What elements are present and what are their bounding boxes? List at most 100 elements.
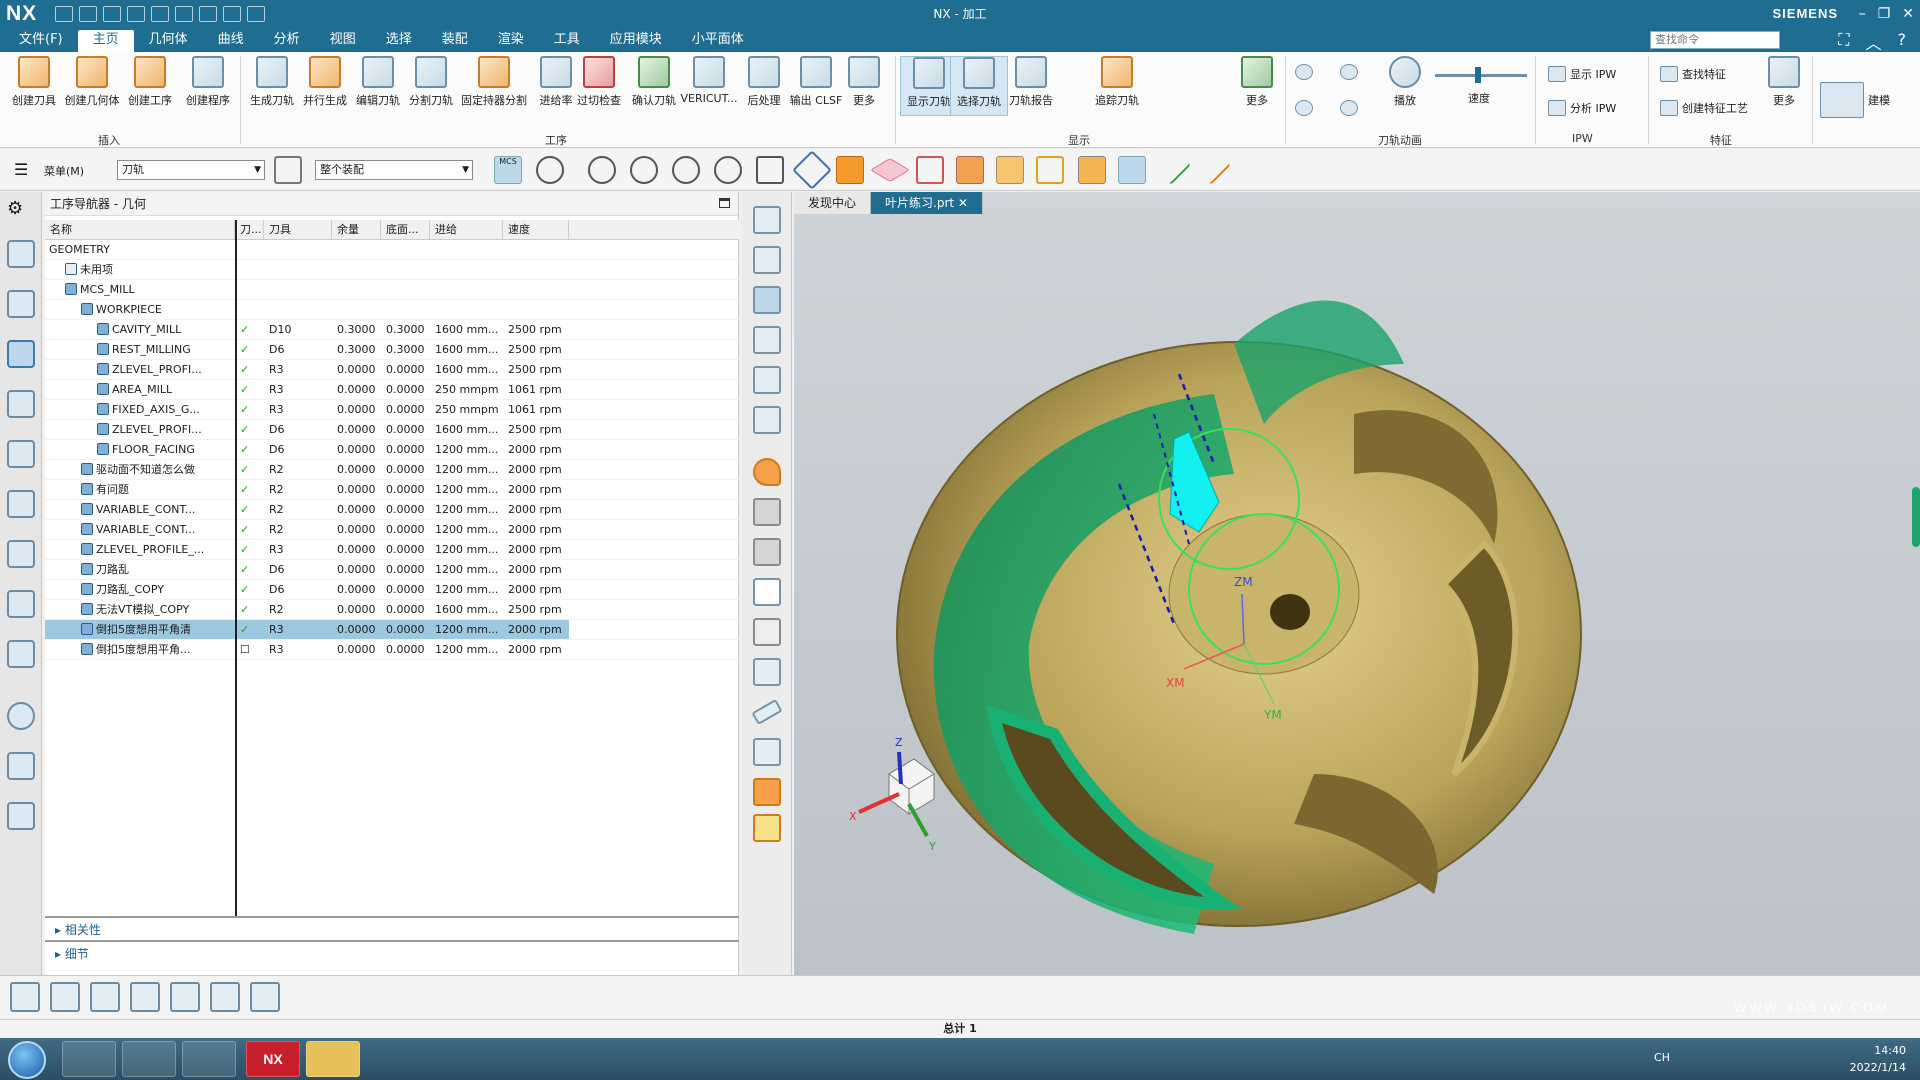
show-only-icon[interactable]	[672, 156, 700, 184]
menu-assembly[interactable]: 装配	[427, 30, 483, 52]
edit-toolpath-button[interactable]: 编辑刀轨	[349, 56, 407, 108]
program-order-view-icon[interactable]	[753, 206, 781, 234]
menu-facet-body[interactable]: 小平面体	[677, 30, 759, 52]
table-row[interactable]: WORKPIECE	[45, 300, 739, 320]
menu-button[interactable]: 菜单(M)	[44, 163, 84, 179]
hd3d-tools-icon[interactable]	[7, 590, 35, 618]
shaded-no-edges-icon[interactable]	[753, 538, 781, 566]
minimize-button[interactable]: –	[1859, 6, 1866, 22]
menu-home[interactable]: 主页	[77, 30, 134, 52]
table-row[interactable]: ZLEVEL_PROFILE_... ✓ R3 0.0000 0.0000 1200 mm…	[45, 540, 739, 560]
menu-tools[interactable]: 工具	[539, 30, 595, 52]
create-program-button[interactable]: 创建程序	[179, 56, 237, 108]
menu-view[interactable]: 视图	[315, 30, 371, 52]
hide-icon[interactable]	[536, 156, 564, 184]
table-row[interactable]: FLOOR_FACING ✓ D6 0.0000 0.0000 1200 mm... 200…	[45, 440, 739, 460]
table-row[interactable]: VARIABLE_CONT... ✓ R2 0.0000 0.0000 1200 mm..…	[45, 500, 739, 520]
paste-icon[interactable]	[151, 5, 170, 22]
history-icon[interactable]	[7, 702, 35, 730]
table-row[interactable]: ZLEVEL_PROFI... ✓ R3 0.0000 0.0000 1600 mm...…	[45, 360, 739, 380]
microphone-icon[interactable]	[199, 5, 218, 22]
close-button[interactable]: ✕	[1902, 6, 1914, 22]
measure-distance-icon[interactable]	[753, 738, 781, 766]
reuse-library-icon[interactable]	[7, 490, 35, 518]
start-button[interactable]	[8, 1041, 46, 1079]
holder-split-button[interactable]: 固定持器分割	[458, 56, 530, 108]
measure-icon[interactable]	[751, 698, 783, 726]
geometry-view-icon[interactable]	[753, 286, 781, 314]
csys-orient-icon[interactable]	[170, 982, 200, 1012]
dependencies-panel[interactable]: ▸ 相关性	[45, 916, 739, 940]
toolpath-display-icon[interactable]	[1118, 156, 1146, 184]
parallel-generate-button[interactable]: 并行生成	[296, 56, 354, 108]
menu-geometry[interactable]: 几何体	[134, 30, 203, 52]
file-explorer-icon[interactable]	[306, 1041, 360, 1077]
table-row[interactable]: 未用项	[45, 260, 739, 280]
generate-toolpath-button[interactable]: 生成刀轨	[243, 56, 301, 108]
machining-feature-navigator-icon[interactable]	[7, 440, 35, 468]
assembly-navigator-icon[interactable]	[7, 240, 35, 268]
input-language[interactable]: CH	[1654, 1051, 1670, 1064]
static-wireframe-icon[interactable]	[753, 618, 781, 646]
restore-button[interactable]: ❐	[1878, 6, 1891, 22]
column-feed[interactable]: 进给	[430, 220, 503, 239]
menu-curve[interactable]: 曲线	[203, 30, 259, 52]
speed-slider-handle[interactable]	[1475, 67, 1481, 83]
modeling-button[interactable]: 建模	[1820, 82, 1890, 118]
create-operation-button[interactable]: 创建工序	[121, 56, 179, 108]
eye-icon[interactable]	[630, 156, 658, 184]
column-speed[interactable]: 速度	[503, 220, 569, 239]
touch-mode-icon[interactable]	[223, 5, 242, 22]
tab-part-file[interactable]: 叶片练习.prt ✕	[871, 192, 983, 214]
table-row[interactable]: CAVITY_MILL ✓ D10 0.3000 0.3000 1600 mm... 250…	[45, 320, 739, 340]
column-tool[interactable]: 刀具	[264, 220, 332, 239]
nx-taskbar-app[interactable]: NX	[246, 1041, 300, 1077]
display-settings-icon[interactable]	[182, 1041, 236, 1077]
type-filter-dropdown[interactable]: 刀轨 ▼	[117, 160, 265, 180]
table-row[interactable]: 有问题 ✓ R2 0.0000 0.0000 1200 mm... 2000 rpm	[45, 480, 739, 500]
table-row[interactable]: VARIABLE_CONT... ✓ R2 0.0000 0.0000 1200 mm..…	[45, 520, 739, 540]
window-switch-icon[interactable]	[247, 5, 266, 22]
analysis-display-icon[interactable]	[753, 658, 781, 686]
constraint-navigator-icon[interactable]	[7, 540, 35, 568]
table-row[interactable]: AREA_MILL ✓ R3 0.0000 0.0000 250 mmpm 1061 rpm	[45, 380, 739, 400]
table-row[interactable]: 无法VT模拟_COPY ✓ R2 0.0000 0.0000 1600 mm... 2500…	[45, 600, 739, 620]
table-row[interactable]: ZLEVEL_PROFI... ✓ D6 0.0000 0.0000 1600 mm...…	[45, 420, 739, 440]
save-icon[interactable]	[55, 5, 74, 22]
fullscreen-icon[interactable]: ⛶	[1838, 30, 1849, 54]
table-row[interactable]: GEOMETRY	[45, 240, 739, 260]
select-toolpath-button[interactable]: 选择刀轨	[950, 56, 1008, 116]
maximize-icon[interactable]	[719, 198, 730, 208]
pause-button[interactable]	[1340, 64, 1358, 80]
table-row[interactable]: FIXED_AXIS_G... ✓ R3 0.0000 0.0000 250 mmpm 10…	[45, 400, 739, 420]
csys-icon[interactable]	[916, 156, 944, 184]
column-name[interactable]: 名称	[45, 220, 235, 239]
mesh-icon[interactable]	[1078, 156, 1106, 184]
mcs-icon[interactable]: MCS	[494, 156, 522, 184]
orient-icon[interactable]	[792, 150, 832, 190]
create-tool-button[interactable]: 创建刀具	[5, 56, 63, 108]
view-triad[interactable]: X Y Z	[849, 736, 936, 853]
undo-icon[interactable]	[79, 5, 98, 22]
machine-tool-navigator-icon[interactable]	[7, 390, 35, 418]
machine-tool-view-icon[interactable]	[753, 246, 781, 274]
ie-browser-icon[interactable]	[62, 1041, 116, 1077]
command-search-input[interactable]	[1650, 31, 1780, 49]
process-studio-icon[interactable]	[7, 802, 35, 830]
hamburger-menu-icon[interactable]: ☰	[14, 160, 28, 179]
column-status[interactable]: 刀...	[235, 220, 264, 239]
repeat-command-icon[interactable]	[175, 5, 194, 22]
section-edit-icon[interactable]	[753, 778, 781, 806]
plane-icon[interactable]	[870, 158, 910, 182]
menu-select[interactable]: 选择	[371, 30, 427, 52]
move-object-icon[interactable]	[130, 982, 160, 1012]
column-floor-stock[interactable]: 底面...	[381, 220, 430, 239]
tab-discovery-center[interactable]: 发现中心	[794, 192, 872, 214]
help-icon[interactable]: ?	[1898, 30, 1907, 54]
menu-file[interactable]: 文件(F)	[4, 30, 78, 52]
machining-method-view-icon[interactable]	[753, 326, 781, 354]
gouge-check-button[interactable]: 过切检查	[570, 56, 628, 108]
find-feature-button[interactable]: 查找特征	[1660, 66, 1726, 82]
play-button[interactable]: 播放	[1375, 56, 1435, 108]
layer-icon[interactable]	[753, 814, 781, 842]
